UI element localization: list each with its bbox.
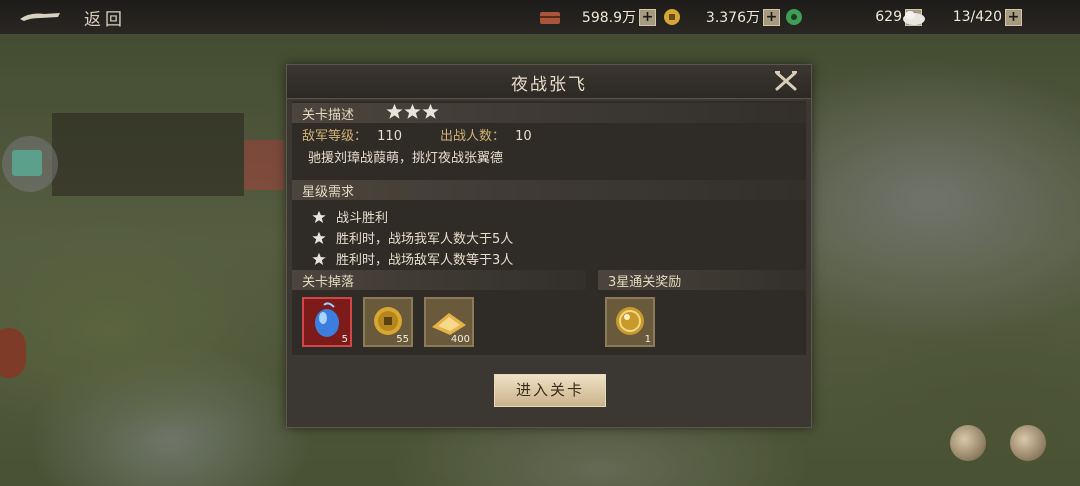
requirement-item: 胜利时，战场我军人数大于5人	[312, 228, 513, 247]
drop-item-gold-ingot[interactable]: 400	[424, 297, 474, 347]
reward-item-gold-orb[interactable]: 1	[605, 297, 655, 347]
chest-icon	[540, 12, 560, 24]
deploy-count-label: 出战人数：	[440, 129, 506, 144]
reward-section-header: 3星通关奖励	[598, 270, 806, 290]
event-badge-icon[interactable]	[0, 328, 26, 378]
drop-count: 55	[396, 334, 409, 345]
drops-section-header: 关卡掉落	[292, 270, 586, 290]
close-icon[interactable]	[771, 69, 801, 93]
dialog-title: 夜战张飞	[511, 75, 587, 95]
star-rating	[386, 103, 440, 120]
rating-star-icon	[422, 103, 439, 119]
enemy-level-label: 敌军等级：	[302, 129, 368, 144]
add-troops-button[interactable]: +	[1005, 8, 1022, 26]
blurred-side-card	[52, 113, 244, 196]
resource-coin: 3.376万 +	[660, 7, 780, 27]
drop-count: 5	[341, 334, 348, 345]
drop-item-blue-gem[interactable]: 5	[302, 297, 352, 347]
requirement-text: 胜利时，战场我军人数大于5人	[336, 232, 514, 247]
resource-troops: 13/420 +	[902, 7, 1022, 27]
star-req-header-label: 星级需求	[302, 185, 355, 200]
jade-icon	[786, 9, 802, 25]
chat-icon	[12, 150, 42, 176]
blurred-side-card-icon	[244, 140, 284, 190]
dialog-header: 夜战张飞	[287, 65, 811, 99]
blurred-orb-icon	[1010, 425, 1046, 461]
requirement-text: 胜利时，战场敌军人数等于3人	[336, 253, 514, 268]
stage-description: 驰援刘璋战葭萌，挑灯夜战张翼德	[308, 151, 504, 166]
resource-value: 629	[875, 9, 902, 25]
star-icon	[312, 231, 326, 244]
resource-chest: 598.9万 +	[538, 7, 656, 27]
blurred-orb-icon	[950, 425, 986, 461]
star-icon	[312, 252, 326, 265]
back-button[interactable]: 返回	[18, 5, 126, 30]
requirement-text: 战斗胜利	[336, 211, 389, 226]
enter-stage-button[interactable]: 进入关卡	[494, 374, 606, 407]
star-icon	[312, 210, 326, 223]
rating-star-icon	[404, 103, 421, 119]
drops-header-label: 关卡掉落	[302, 275, 355, 290]
add-coin-button[interactable]: +	[763, 8, 780, 26]
enemy-level-row: 敌军等级： 110	[302, 125, 402, 144]
requirement-item: 胜利时，战场敌军人数等于3人	[312, 249, 513, 268]
reward-count: 1	[644, 334, 651, 345]
drop-item-coin[interactable]: 55	[363, 297, 413, 347]
reward-header-label: 3星通关奖励	[608, 275, 682, 290]
drop-count: 400	[450, 334, 470, 345]
deploy-count-row: 出战人数： 10	[440, 125, 532, 144]
star-req-section-header: 星级需求	[292, 180, 806, 200]
copper-coin-icon	[664, 9, 680, 25]
stage-dialog: 夜战张飞 关卡描述 敌军等级： 110 出战人数： 10 驰援刘璋战葭萌，挑灯夜…	[286, 64, 812, 428]
top-bar: 返回 598.9万 + 3.376万 + 629 + 13/420 +	[0, 0, 1080, 34]
stage-info-panel: 关卡描述 敌军等级： 110 出战人数： 10 驰援刘璋战葭萌，挑灯夜战张翼德 …	[292, 101, 806, 355]
resource-value: 598.9万	[581, 10, 636, 26]
desc-section-header: 关卡描述	[292, 103, 806, 123]
back-label: 返回	[84, 9, 126, 30]
requirement-item: 战斗胜利	[312, 207, 388, 226]
deploy-count-value: 10	[515, 129, 532, 144]
desc-header-label: 关卡描述	[302, 108, 355, 123]
resource-value: 3.376万	[705, 10, 760, 26]
add-chest-button[interactable]: +	[639, 8, 656, 26]
resource-jade: 629 +	[782, 7, 922, 27]
back-arrow-icon	[20, 13, 60, 21]
resource-value: 13/420	[952, 9, 1002, 25]
rating-star-icon	[386, 103, 403, 119]
side-chat-button[interactable]	[2, 136, 58, 192]
enemy-level-value: 110	[377, 129, 402, 144]
troops-icon	[903, 11, 925, 25]
